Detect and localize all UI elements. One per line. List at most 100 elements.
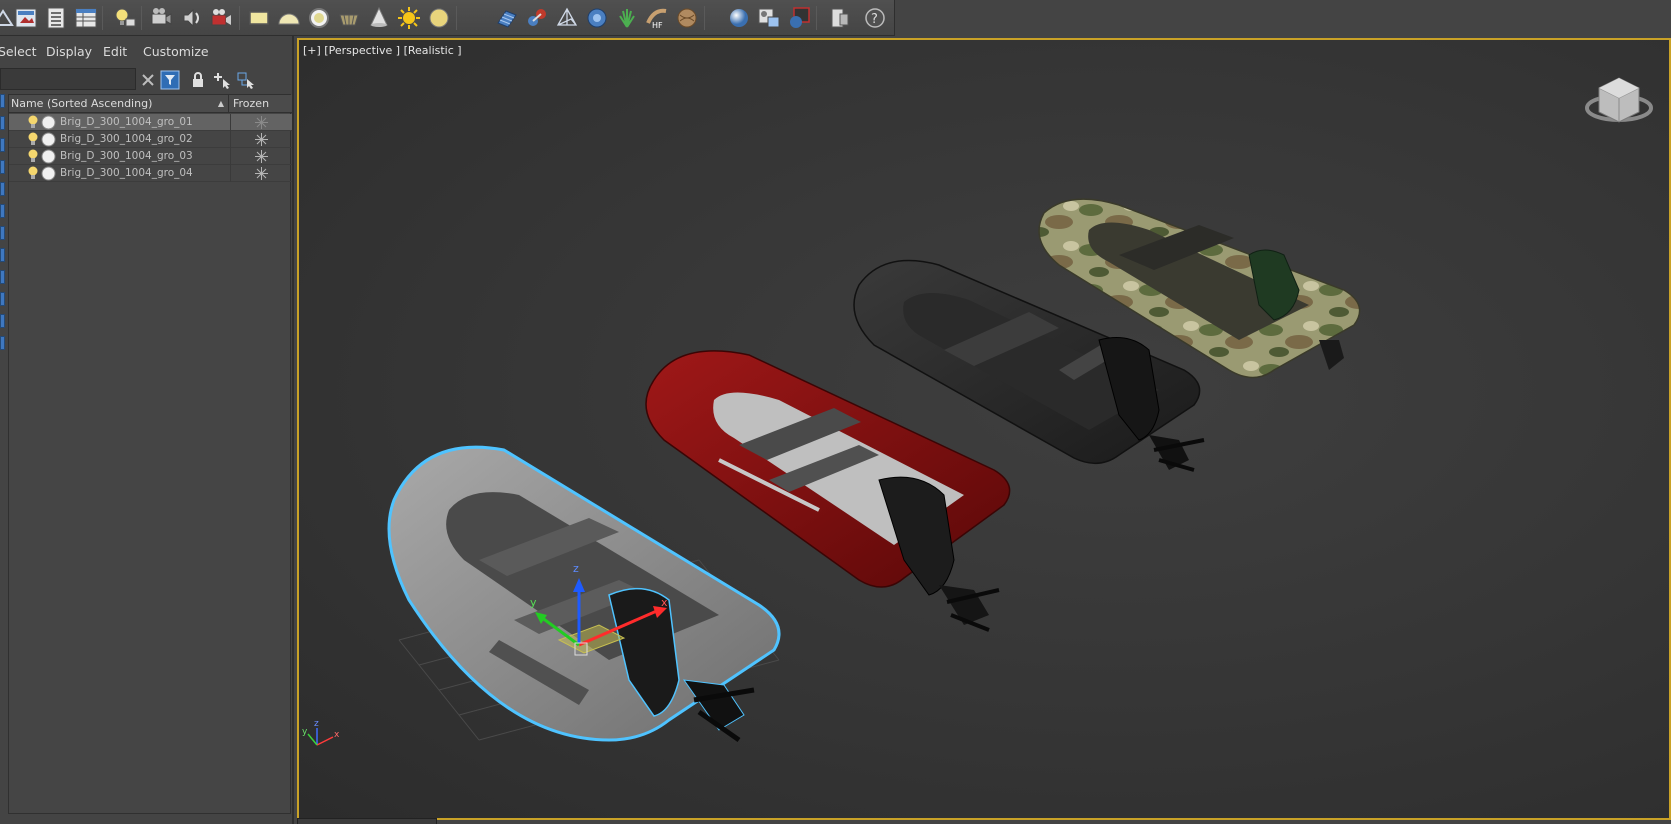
explorer-row[interactable]: Brig_D_300_1004_gro_01: [9, 114, 292, 131]
grid-list-icon[interactable]: [73, 5, 99, 31]
frozen-cell[interactable]: [230, 148, 292, 165]
camera-icon[interactable]: [148, 5, 174, 31]
time-slider[interactable]: [297, 818, 437, 824]
side-tool-button[interactable]: [0, 292, 5, 306]
material-sphere-icon[interactable]: [726, 5, 752, 31]
snowflake-icon: [255, 116, 268, 129]
axis-x-label: x: [334, 730, 340, 740]
side-tool-button[interactable]: [0, 138, 5, 152]
wood-ball-icon[interactable]: [674, 5, 700, 31]
object-name: Brig_D_300_1004_gro_02: [60, 133, 193, 145]
main-toolbar: HF ?: [0, 0, 1671, 36]
gear-flower-icon[interactable]: [584, 5, 610, 31]
menu-display[interactable]: Display: [46, 44, 92, 59]
render-camera-icon[interactable]: [208, 5, 234, 31]
toolbar-separator: [456, 6, 457, 30]
gizmo-y-label: y: [530, 596, 537, 609]
gizmo-z-label: z: [573, 562, 579, 575]
molecule-icon[interactable]: [524, 5, 550, 31]
object-name: Brig_D_300_1004_gro_04: [60, 167, 193, 179]
svg-text:?: ?: [871, 12, 878, 27]
side-tool-button[interactable]: [0, 160, 5, 174]
hatch-icon[interactable]: [494, 5, 520, 31]
object-name: Brig_D_300_1004_gro_03: [60, 150, 193, 162]
frozen-cell[interactable]: [230, 131, 292, 148]
wire-pyramid-icon[interactable]: [554, 5, 580, 31]
search-row: [0, 68, 294, 92]
menu-select[interactable]: Select: [0, 44, 37, 59]
toolbar-separator: [239, 6, 240, 30]
perspective-viewport[interactable]: z x y z x y [+] [Perspective ] [Realisti…: [297, 38, 1671, 820]
render-frame-icon[interactable]: [13, 5, 39, 31]
frozen-cell[interactable]: [230, 114, 292, 131]
clear-search-icon[interactable]: [138, 70, 158, 90]
axis-z-label: z: [314, 719, 319, 729]
side-tool-button[interactable]: [0, 226, 5, 240]
side-tool-button[interactable]: [0, 314, 5, 328]
docs-icon[interactable]: [827, 5, 853, 31]
side-tool-button[interactable]: [0, 270, 5, 284]
viewcube-icon[interactable]: [1585, 77, 1653, 123]
sphere-icon[interactable]: [306, 5, 332, 31]
select-dependents-icon[interactable]: [236, 70, 256, 90]
light-bulb-icon[interactable]: [27, 115, 39, 130]
toolbar-separator: [102, 6, 103, 30]
select-children-icon[interactable]: [212, 70, 232, 90]
explorer-side-toolbar: [0, 94, 6, 814]
hemisphere-icon[interactable]: [276, 5, 302, 31]
geometry-icon: [41, 149, 56, 164]
disc-icon[interactable]: [426, 5, 452, 31]
svg-text:HF: HF: [652, 21, 663, 30]
toolbar-separator: [816, 6, 817, 30]
column-header-name[interactable]: Name (Sorted Ascending) ▲: [9, 95, 229, 113]
snowflake-icon: [255, 167, 268, 180]
light-bulb-icon[interactable]: [27, 132, 39, 147]
explorer-row[interactable]: Brig_D_300_1004_gro_02: [9, 131, 292, 148]
object-name: Brig_D_300_1004_gro_01: [60, 116, 193, 128]
geometry-icon: [41, 166, 56, 181]
geometry-icon: [41, 115, 56, 130]
side-tool-button[interactable]: [0, 182, 5, 196]
scene-explorer-list: Name (Sorted Ascending) ▲ Frozen Brig_D_…: [8, 94, 292, 814]
help-icon[interactable]: ?: [862, 5, 888, 31]
side-tool-button[interactable]: [0, 336, 5, 350]
explorer-row[interactable]: Brig_D_300_1004_gro_03: [9, 148, 292, 165]
cone-icon[interactable]: [366, 5, 392, 31]
rectangle-icon[interactable]: [246, 5, 272, 31]
basket-icon[interactable]: [336, 5, 362, 31]
menu-edit[interactable]: Edit: [103, 44, 127, 59]
toolbar-separator: [704, 6, 705, 30]
menu-customize[interactable]: Customize: [143, 44, 209, 59]
material-editor-icon[interactable]: [756, 5, 782, 31]
list-icon[interactable]: [43, 5, 69, 31]
filter-icon[interactable]: [160, 70, 180, 90]
grass-icon[interactable]: [614, 5, 640, 31]
search-input[interactable]: [0, 68, 136, 90]
grey-boat[interactable]: [387, 445, 781, 743]
snowflake-icon: [255, 150, 268, 163]
audio-icon[interactable]: [178, 5, 204, 31]
light-icon[interactable]: [111, 5, 137, 31]
side-tool-button[interactable]: [0, 204, 5, 218]
axis-tripod: z x y: [302, 719, 340, 746]
gizmo-x-label: x: [661, 596, 668, 609]
sun-icon[interactable]: [396, 5, 422, 31]
frozen-cell[interactable]: [230, 165, 292, 182]
side-tool-button[interactable]: [0, 248, 5, 262]
render-setup-icon[interactable]: [786, 5, 812, 31]
hair-fur-icon[interactable]: HF: [644, 5, 670, 31]
side-tool-button[interactable]: [0, 116, 5, 130]
column-header-name-label: Name (Sorted Ascending): [11, 97, 153, 110]
lock-icon[interactable]: [188, 70, 208, 90]
column-header-frozen[interactable]: Frozen: [230, 95, 292, 113]
side-tool-button[interactable]: [0, 94, 5, 108]
explorer-header: Name (Sorted Ascending) ▲ Frozen: [9, 95, 292, 113]
snowflake-icon: [255, 133, 268, 146]
light-bulb-icon[interactable]: [27, 149, 39, 164]
toolbar-separator: [141, 6, 142, 30]
scene-render[interactable]: z x y z x y: [299, 40, 1669, 818]
explorer-row[interactable]: Brig_D_300_1004_gro_04: [9, 165, 292, 182]
sort-ascending-icon: ▲: [217, 99, 224, 108]
light-bulb-icon[interactable]: [27, 166, 39, 181]
viewport-label[interactable]: [+] [Perspective ] [Realistic ]: [303, 44, 462, 57]
